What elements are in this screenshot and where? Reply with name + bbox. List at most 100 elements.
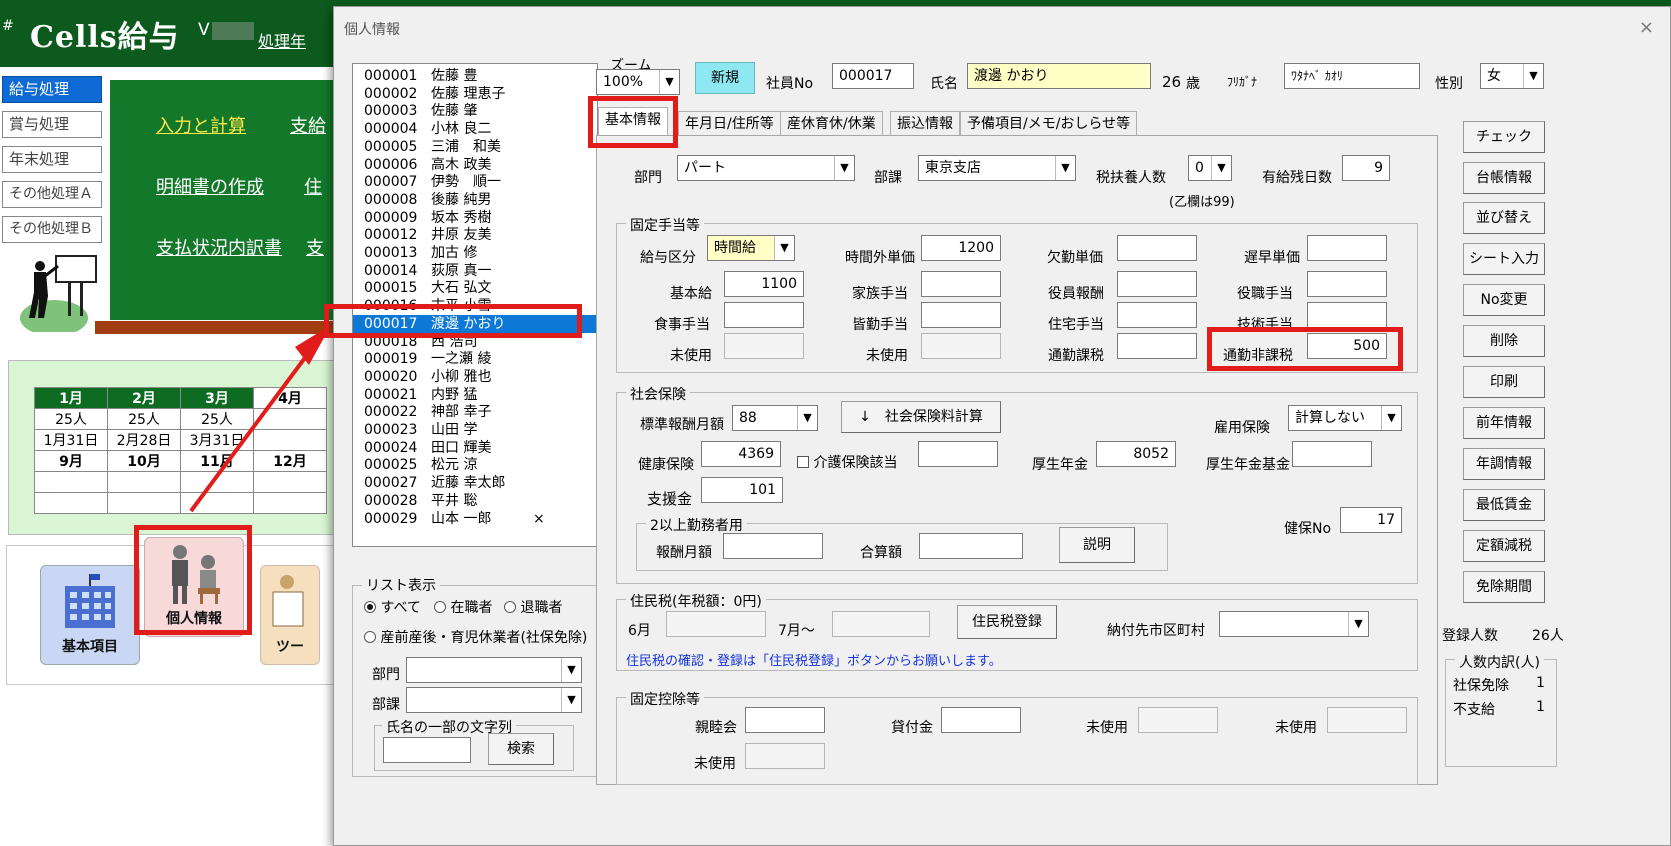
list-item[interactable]: 000003 佐藤 肇 bbox=[353, 102, 597, 120]
list-item[interactable]: 000016 末平 小雪 bbox=[353, 297, 597, 315]
social-club-field[interactable] bbox=[745, 707, 825, 733]
director-field[interactable] bbox=[1117, 271, 1197, 297]
support-field[interactable]: 101 bbox=[701, 477, 783, 503]
radio-leave[interactable]: 産前産後・育児休業者(社保免除) bbox=[364, 627, 587, 647]
pension-field[interactable]: 8052 bbox=[1096, 441, 1176, 467]
list-item[interactable]: 000004 小林 良二 bbox=[353, 120, 597, 138]
commute-nontax-field[interactable]: 500 bbox=[1307, 333, 1387, 359]
link-cut-2[interactable]: 住 bbox=[304, 173, 322, 199]
list-item[interactable]: 000019 一之瀬 綾 bbox=[353, 350, 597, 368]
total-field[interactable] bbox=[919, 533, 1023, 559]
list-item[interactable]: 000013 加古 修 bbox=[353, 244, 597, 262]
tab-reserve[interactable]: 予備項目/メモ/おしらせ等 bbox=[960, 111, 1138, 137]
list-dept-select[interactable]: ▼ bbox=[406, 657, 582, 683]
list-item[interactable]: 000007 伊勢 順一 bbox=[353, 173, 597, 191]
menu-yearend[interactable]: 年末処理 bbox=[2, 146, 102, 173]
list-item[interactable]: 000001 佐藤 豊 bbox=[353, 67, 597, 85]
menu-salary[interactable]: 給与処理 bbox=[2, 76, 102, 103]
close-icon[interactable]: × bbox=[1639, 17, 1654, 38]
dependents-select[interactable]: 0 ▼ bbox=[1188, 155, 1232, 181]
kenpo-no-field[interactable]: 17 bbox=[1340, 507, 1402, 533]
family-field[interactable] bbox=[921, 271, 1001, 297]
employee-list[interactable]: 000001 佐藤 豊 000002 佐藤 理恵子 000003 佐藤 肇 000004 小林… bbox=[352, 63, 598, 547]
menu-other-a[interactable]: その他処理Ａ bbox=[2, 181, 102, 208]
meal-field[interactable] bbox=[724, 302, 804, 328]
delete-button[interactable]: 削除 bbox=[1463, 325, 1545, 357]
list-item[interactable]: 000028 平井 聡 bbox=[353, 492, 597, 510]
late-field[interactable] bbox=[1307, 235, 1387, 261]
min-wage-button[interactable]: 最低賃金 bbox=[1463, 489, 1545, 521]
link-cut-3[interactable]: 支 bbox=[306, 234, 324, 260]
list-item[interactable]: 000008 後藤 純男 bbox=[353, 191, 597, 209]
radio-employed[interactable]: 在職者 bbox=[434, 597, 492, 617]
housing-field[interactable] bbox=[1117, 302, 1197, 328]
fixed-reduction-button[interactable]: 定額減税 bbox=[1463, 530, 1545, 562]
care-checkbox[interactable]: 介護保険該当 bbox=[797, 452, 897, 472]
list-item[interactable]: 000018 西 浩司 bbox=[353, 333, 597, 351]
std-select[interactable]: 88 ▼ bbox=[732, 405, 818, 431]
menu-other-b[interactable]: その他処理Ｂ bbox=[2, 216, 102, 243]
sort-button[interactable]: 並び替え bbox=[1463, 202, 1545, 234]
list-item[interactable]: 000014 荻原 真一 bbox=[353, 262, 597, 280]
list-item[interactable]: 000006 高木 政美 bbox=[353, 156, 597, 174]
tab-leave[interactable]: 産休育休/休業 bbox=[780, 111, 883, 137]
furigana-field[interactable]: ﾜﾀﾅﾍﾞ ｶｵﾘ bbox=[1284, 63, 1420, 89]
resident-register-button[interactable]: 住民税登録 bbox=[957, 605, 1057, 639]
search-button[interactable]: 検索 bbox=[488, 733, 554, 765]
explain-button[interactable]: 説明 bbox=[1059, 527, 1135, 563]
basic-items-button[interactable]: 基本項目 bbox=[40, 565, 140, 665]
list-item[interactable]: 000017 渡邊 かおり bbox=[353, 314, 597, 333]
prev-year-button[interactable]: 前年情報 bbox=[1463, 407, 1545, 439]
list-item[interactable]: 000020 小柳 雅也 bbox=[353, 368, 597, 386]
list-item[interactable]: 000002 佐藤 理恵子 bbox=[353, 85, 597, 103]
pension-fund-field[interactable] bbox=[1292, 441, 1372, 467]
year-adjust-button[interactable]: 年調情報 bbox=[1463, 448, 1545, 480]
print-button[interactable]: 印刷 bbox=[1463, 366, 1545, 398]
link-cut-1[interactable]: 支給 bbox=[290, 112, 326, 138]
personal-info-button[interactable]: 個人情報 bbox=[144, 537, 244, 637]
list-section-select[interactable]: ▼ bbox=[406, 687, 582, 713]
paid-leave-field[interactable]: 9 bbox=[1342, 155, 1390, 181]
social-calc-button[interactable]: ↓ 社会保険料計算 bbox=[841, 401, 1001, 433]
list-item[interactable]: 000029 山本 一郎 × bbox=[353, 510, 597, 528]
section-select[interactable]: 東京支店 ▼ bbox=[918, 155, 1076, 181]
sheet-input-button[interactable]: シート入力 bbox=[1463, 243, 1545, 275]
name-field[interactable]: 渡邊 かおり bbox=[967, 63, 1151, 89]
list-item[interactable]: 000021 内野 猛 bbox=[353, 386, 597, 404]
list-item[interactable]: 000005 三浦 和美 bbox=[353, 138, 597, 156]
no-change-button[interactable]: No変更 bbox=[1463, 284, 1545, 316]
tab-dates-address[interactable]: 年月日/住所等 bbox=[678, 111, 781, 137]
health-field[interactable]: 4369 bbox=[701, 441, 781, 467]
radio-all[interactable]: すべて bbox=[364, 597, 421, 617]
absence-field[interactable] bbox=[1117, 235, 1197, 261]
tab-basic[interactable]: 基本情報 bbox=[598, 107, 668, 137]
list-item[interactable]: 000009 坂本 秀樹 bbox=[353, 209, 597, 227]
tab-transfer[interactable]: 振込情報 bbox=[890, 111, 960, 137]
overtime-field[interactable]: 1200 bbox=[921, 235, 1001, 261]
processing-year-link[interactable]: 処理年 bbox=[258, 28, 306, 52]
employment-select[interactable]: 計算しない ▼ bbox=[1288, 405, 1402, 431]
new-button[interactable]: 新規 bbox=[695, 62, 755, 94]
emp-no-field[interactable]: 000017 bbox=[832, 63, 914, 89]
list-item[interactable]: 000012 井原 友美 bbox=[353, 226, 597, 244]
radio-retired[interactable]: 退職者 bbox=[504, 597, 562, 617]
list-item[interactable]: 000015 大石 弘文 bbox=[353, 279, 597, 297]
gender-select[interactable]: 女 ▼ bbox=[1480, 63, 1544, 89]
link-input-calc[interactable]: 入力と計算 bbox=[156, 112, 246, 138]
search-input[interactable] bbox=[383, 737, 471, 763]
pay-type-select[interactable]: 時間給 ▼ bbox=[707, 235, 795, 261]
attendance-field[interactable] bbox=[921, 302, 1001, 328]
ledger-button[interactable]: 台帳情報 bbox=[1463, 162, 1545, 194]
list-item[interactable]: 000023 山田 学 bbox=[353, 421, 597, 439]
list-item[interactable]: 000024 田口 輝美 bbox=[353, 439, 597, 457]
dept-select[interactable]: パート ▼ bbox=[677, 155, 855, 181]
list-item[interactable]: 000027 近藤 幸太郎 bbox=[353, 474, 597, 492]
tech-field[interactable] bbox=[1307, 302, 1387, 328]
link-payment-status[interactable]: 支払状況内訳書 bbox=[156, 234, 282, 260]
tools-button[interactable]: ツー bbox=[260, 565, 320, 665]
link-payslip[interactable]: 明細書の作成 bbox=[156, 173, 264, 199]
care-field[interactable] bbox=[918, 441, 998, 467]
zoom-select[interactable]: 100% ▼ bbox=[596, 69, 680, 95]
city-select[interactable]: ▼ bbox=[1219, 611, 1369, 637]
position-field[interactable] bbox=[1307, 271, 1387, 297]
